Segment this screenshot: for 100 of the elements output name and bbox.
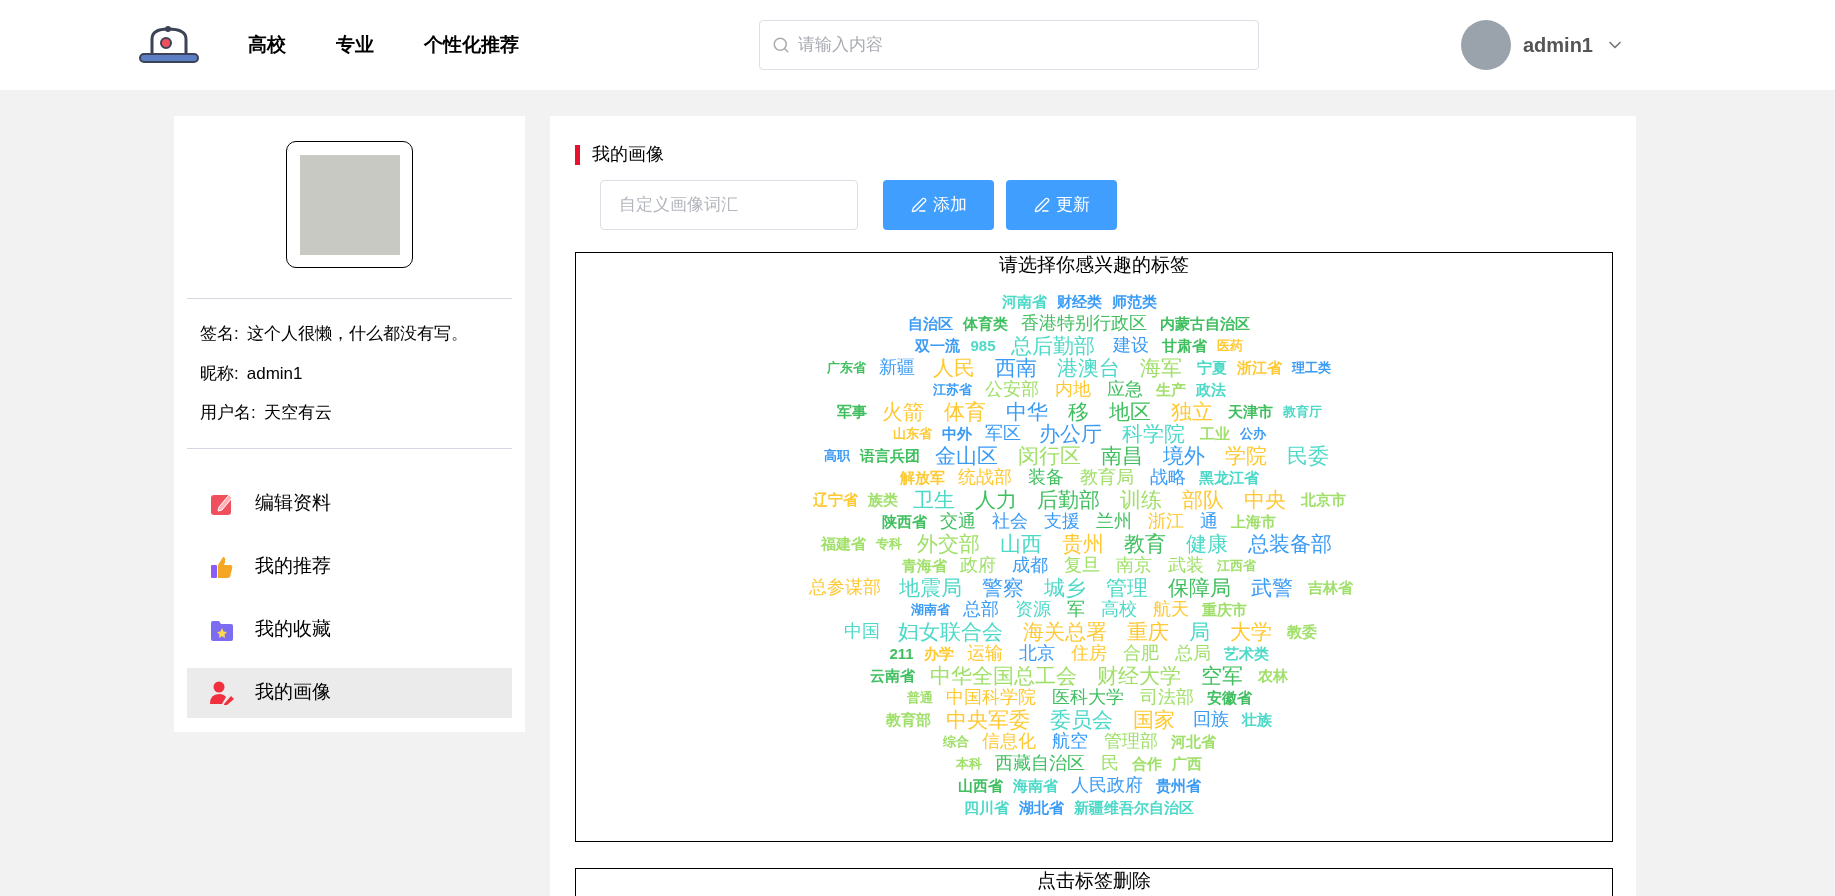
tag-word[interactable]: 医科大学: [1043, 688, 1132, 706]
tag-word[interactable]: 南昌: [1091, 444, 1153, 466]
tag-word[interactable]: 支援: [1036, 512, 1088, 530]
tag-word[interactable]: 江西省: [1212, 558, 1261, 572]
tag-word[interactable]: 保障局: [1157, 576, 1241, 598]
tag-word[interactable]: 金山区: [925, 444, 1008, 466]
tag-word[interactable]: 信息化: [973, 732, 1044, 750]
tag-word[interactable]: 办公厅: [1028, 422, 1112, 444]
tag-word[interactable]: 中国科学院: [937, 688, 1044, 706]
tag-word[interactable]: 城乡: [1033, 576, 1096, 598]
action-button[interactable]: 添加: [883, 180, 994, 230]
tag-word[interactable]: 合肥: [1114, 644, 1167, 662]
tag-word[interactable]: 宁夏: [1192, 359, 1232, 375]
tag-word[interactable]: 公办: [1234, 426, 1271, 440]
tag-word[interactable]: 湖南省: [906, 602, 955, 616]
tag-word[interactable]: 财经类: [1051, 293, 1107, 309]
tag-word[interactable]: 211: [884, 645, 919, 661]
tag-word[interactable]: 自治区: [903, 315, 958, 331]
menu-item[interactable]: 我的画像: [187, 667, 512, 718]
tag-word[interactable]: 合作: [1127, 755, 1167, 771]
tag-word[interactable]: 新疆维吾尔自治区: [1069, 799, 1199, 815]
tag-word[interactable]: 山西: [990, 532, 1052, 554]
nav-link[interactable]: 专业: [336, 30, 374, 60]
tag-word[interactable]: 陕西省: [877, 513, 932, 529]
tag-word[interactable]: 航空: [1043, 732, 1096, 750]
tag-word[interactable]: 北京: [1010, 644, 1063, 662]
tag-word[interactable]: 医药: [1211, 338, 1248, 352]
tag-word[interactable]: 云南省: [865, 667, 920, 683]
tag-word[interactable]: 局: [1179, 620, 1220, 642]
tag-word[interactable]: 教育: [1114, 532, 1176, 554]
tag-word[interactable]: 总装备部: [1238, 532, 1342, 554]
tag-word[interactable]: 中外: [936, 425, 977, 441]
tag-word[interactable]: 重庆市: [1197, 601, 1252, 617]
tag-word[interactable]: 广西: [1167, 755, 1207, 771]
tag-word[interactable]: 成都: [1004, 556, 1056, 574]
tag-word[interactable]: 专科: [871, 536, 907, 550]
tag-word[interactable]: 统战部: [949, 468, 1020, 486]
tag-word[interactable]: 回族: [1185, 710, 1237, 728]
search-input[interactable]: 请输入内容: [798, 32, 1246, 58]
tag-word[interactable]: 建设: [1104, 336, 1157, 354]
tag-word[interactable]: 妇女联合会: [888, 620, 1013, 642]
tag-word[interactable]: 复旦: [1056, 556, 1108, 574]
tag-word[interactable]: 西南: [985, 356, 1047, 378]
tag-word[interactable]: 政法: [1190, 381, 1231, 397]
tag-word[interactable]: 警察: [971, 576, 1034, 598]
tag-word[interactable]: 大学: [1220, 620, 1282, 642]
tag-word[interactable]: 地震局: [888, 576, 972, 598]
tag-word[interactable]: 河南省: [996, 293, 1052, 309]
tag-word[interactable]: 985: [965, 337, 1001, 353]
tag-word[interactable]: 青海省: [897, 557, 952, 573]
tag-word[interactable]: 贵州: [1052, 532, 1114, 554]
tag-word[interactable]: 艺术类: [1218, 645, 1274, 661]
tag-word[interactable]: 司法部: [1131, 688, 1202, 706]
tag-word[interactable]: 江苏省: [927, 382, 977, 396]
search-field[interactable]: 请输入内容: [759, 20, 1259, 70]
tag-word[interactable]: 武警: [1240, 576, 1303, 598]
tag-word[interactable]: 甘肃省: [1156, 337, 1212, 353]
tag-word[interactable]: 兰州: [1088, 512, 1140, 530]
tag-word[interactable]: 海军: [1130, 356, 1192, 378]
tag-word[interactable]: 黑龙江省: [1193, 469, 1264, 485]
tag-word[interactable]: 体育类: [958, 315, 1013, 331]
tag-word[interactable]: 浙江: [1140, 512, 1192, 530]
tag-word[interactable]: 闵行区: [1008, 444, 1091, 466]
tag-word[interactable]: 通: [1192, 512, 1226, 530]
tag-word[interactable]: 河北省: [1165, 733, 1221, 749]
tag-word[interactable]: 人力: [964, 488, 1027, 510]
tag-word[interactable]: 上海市: [1226, 513, 1281, 529]
tag-word[interactable]: 壮族: [1237, 711, 1277, 727]
tag-word[interactable]: 高职: [819, 448, 855, 462]
tag-word[interactable]: 后勤部: [1026, 488, 1110, 510]
tag-word[interactable]: 民: [1093, 754, 1127, 772]
tag-word[interactable]: 总局: [1166, 644, 1219, 662]
input-field[interactable]: 自定义画像词汇: [600, 180, 858, 230]
tag-word[interactable]: 独立: [1160, 400, 1223, 422]
tag-word[interactable]: 公安部: [976, 380, 1047, 398]
tag-word[interactable]: 普通: [901, 690, 938, 704]
tag-word[interactable]: 双一流: [910, 337, 966, 353]
nav-link[interactable]: 个性化推荐: [424, 30, 519, 60]
tag-word[interactable]: 总后勤部: [1000, 334, 1105, 356]
tag-word[interactable]: 教委: [1282, 623, 1322, 639]
tag-word[interactable]: 航天: [1145, 600, 1197, 618]
tag-word[interactable]: 北京市: [1295, 491, 1351, 507]
tag-word[interactable]: 装备: [1019, 468, 1072, 486]
tag-word[interactable]: 贵州省: [1150, 777, 1206, 793]
tag-word[interactable]: 战略: [1141, 468, 1194, 486]
tag-word[interactable]: 本科: [951, 756, 987, 770]
tag-word[interactable]: 住房: [1062, 644, 1115, 662]
tag-word[interactable]: 科学院: [1111, 422, 1195, 444]
tag-word[interactable]: 中华: [995, 400, 1058, 422]
tag-word[interactable]: 工业: [1194, 425, 1235, 441]
tag-word[interactable]: 师范类: [1106, 293, 1162, 309]
nav-link[interactable]: 高校: [248, 30, 286, 60]
tag-word[interactable]: 教育局: [1071, 468, 1142, 486]
tag-word[interactable]: 天津市: [1222, 403, 1278, 419]
tag-word[interactable]: 内蒙古自治区: [1155, 315, 1255, 331]
tag-word[interactable]: 社会: [984, 512, 1036, 530]
tag-word[interactable]: 中央: [1233, 488, 1296, 510]
tag-word[interactable]: 政府: [952, 556, 1004, 574]
tag-word[interactable]: 体育: [933, 400, 996, 422]
tag-word[interactable]: 山西省: [952, 777, 1008, 793]
